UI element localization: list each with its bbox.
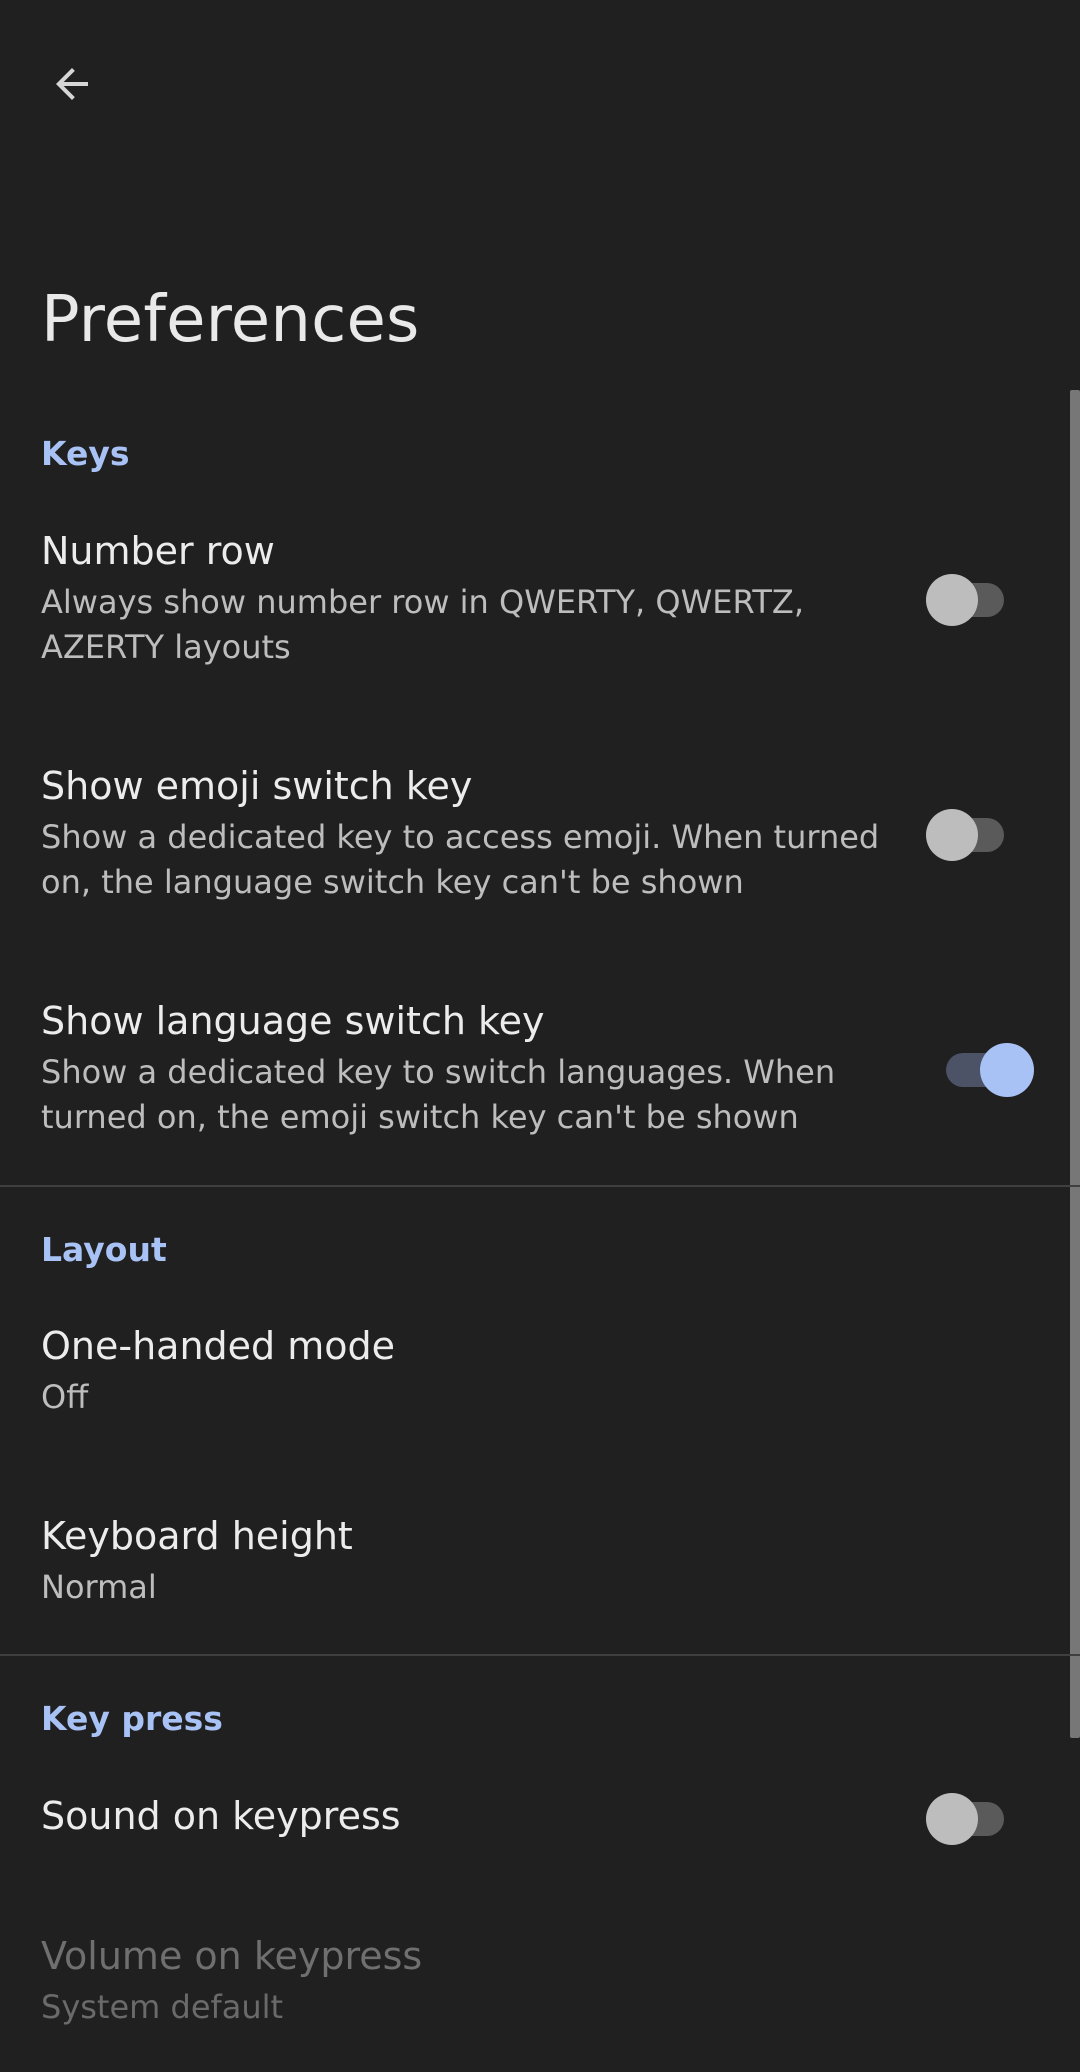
pref-language-switch-key[interactable]: Show language switch key Show a dedicate… <box>0 996 1070 1156</box>
switch-thumb <box>926 574 978 626</box>
switch-thumb <box>926 809 978 861</box>
pref-title: Number row <box>41 529 275 573</box>
top-app-bar <box>0 0 1080 170</box>
pref-title: One-handed mode <box>41 1324 396 1368</box>
language-switch-key-switch[interactable] <box>938 1036 1038 1097</box>
switch-thumb <box>980 1043 1034 1097</box>
section-header-key-press: Key press <box>41 1699 223 1738</box>
pref-summary: Always show number row in QWERTY, QWERTZ… <box>41 583 804 666</box>
pref-value: Off <box>41 1378 89 1416</box>
pref-value: Normal <box>41 1568 157 1606</box>
pref-value: System default <box>41 1988 284 2026</box>
pref-title: Sound on keypress <box>41 1794 401 1838</box>
section-header-keys: Keys <box>41 434 130 473</box>
pref-number-row[interactable]: Number row Always show number row in QWE… <box>0 526 1070 686</box>
page-title: Preferences <box>41 283 420 357</box>
scrollbar[interactable] <box>1070 390 1080 1738</box>
pref-volume-on-keypress[interactable]: Volume on keypress System default <box>0 1931 1070 2041</box>
sound-on-keypress-switch[interactable] <box>918 1785 1018 1845</box>
number-row-switch[interactable] <box>918 566 1018 626</box>
pref-title: Keyboard height <box>41 1514 353 1558</box>
pref-title: Show language switch key <box>41 999 545 1043</box>
divider <box>0 1654 1080 1656</box>
emoji-switch-key-switch[interactable] <box>918 801 1018 861</box>
back-button[interactable] <box>32 44 112 124</box>
divider <box>0 1185 1080 1187</box>
pref-one-handed-mode[interactable]: One-handed mode Off <box>0 1321 1070 1431</box>
switch-thumb <box>926 1793 978 1845</box>
pref-keyboard-height[interactable]: Keyboard height Normal <box>0 1511 1070 1621</box>
pref-summary: Show a dedicated key to access emoji. Wh… <box>41 818 880 901</box>
section-header-layout: Layout <box>41 1230 167 1269</box>
pref-sound-on-keypress[interactable]: Sound on keypress <box>0 1791 1070 1871</box>
arrow-back-icon <box>56 68 88 100</box>
pref-summary: Show a dedicated key to switch languages… <box>41 1053 836 1136</box>
pref-title: Show emoji switch key <box>41 764 473 808</box>
pref-emoji-switch-key[interactable]: Show emoji switch key Show a dedicated k… <box>0 761 1070 921</box>
pref-title: Volume on keypress <box>41 1934 423 1978</box>
